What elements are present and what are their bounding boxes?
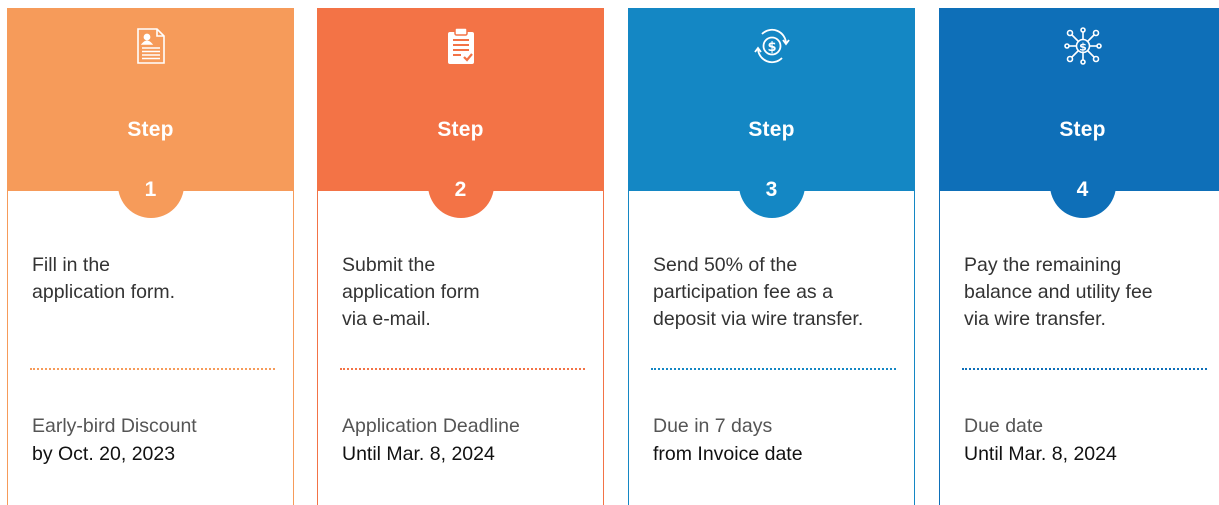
desc-line: deposit via wire transfer. xyxy=(653,308,864,330)
dotted-divider xyxy=(962,368,1207,370)
payment-steps: Step 1 Fill in the application form. Ear… xyxy=(0,0,1219,505)
due-label: Due date xyxy=(964,415,1044,437)
svg-text:$: $ xyxy=(1079,41,1087,54)
dotted-divider xyxy=(30,368,275,370)
step-description: Submit the application form via e-mail. xyxy=(342,252,583,333)
step-number-badge: 4 xyxy=(1049,166,1116,218)
step-description: Send 50% of the participation fee as a d… xyxy=(653,252,894,333)
step-label: Step xyxy=(1059,118,1106,141)
step-number-badge: 1 xyxy=(117,166,184,218)
dotted-divider xyxy=(340,368,585,370)
desc-line: Submit the xyxy=(342,254,436,276)
step-due: Due date Until Mar. 8, 2024 xyxy=(964,412,1215,468)
step-card-2: Step 2 Submit the application form via e… xyxy=(316,8,604,505)
step-label: Step xyxy=(127,118,174,141)
desc-line: Fill in the xyxy=(32,254,111,276)
due-date: from Invoice date xyxy=(653,443,803,465)
dollar-network-icon: $ xyxy=(1063,26,1103,66)
step-number-badge: 2 xyxy=(427,166,494,218)
step-card-3: $ Step 3 Send 50% of the participation f… xyxy=(627,8,915,505)
desc-line: Pay the remaining xyxy=(964,254,1122,276)
dotted-divider xyxy=(651,368,896,370)
due-label: Early-bird Discount xyxy=(32,415,197,437)
svg-text:$: $ xyxy=(767,40,776,55)
desc-line: Send 50% of the xyxy=(653,254,798,276)
desc-line: application form. xyxy=(32,281,176,303)
desc-line: balance and utility fee xyxy=(964,281,1153,303)
due-date: Until Mar. 8, 2024 xyxy=(342,443,495,465)
step-due: Due in 7 days from Invoice date xyxy=(653,412,904,468)
step-description: Fill in the application form. xyxy=(32,252,273,306)
step-due: Early-bird Discount by Oct. 20, 2023 xyxy=(32,412,283,468)
step-card-4: $ Step 4 Pay the remaining balance and u… xyxy=(938,8,1219,505)
step-card-1: Step 1 Fill in the application form. Ear… xyxy=(6,8,294,505)
due-label: Application Deadline xyxy=(342,415,520,437)
step-label: Step xyxy=(437,118,484,141)
dollar-cycle-icon: $ xyxy=(752,26,792,66)
due-label: Due in 7 days xyxy=(653,415,773,437)
desc-line: application form xyxy=(342,281,480,303)
desc-line: via wire transfer. xyxy=(964,308,1106,330)
desc-line: participation fee as a xyxy=(653,281,833,303)
due-date: Until Mar. 8, 2024 xyxy=(964,443,1117,465)
step-label: Step xyxy=(748,118,795,141)
resume-document-icon xyxy=(131,26,171,66)
clipboard-check-icon xyxy=(441,26,481,66)
due-date: by Oct. 20, 2023 xyxy=(32,443,176,465)
desc-line: via e-mail. xyxy=(342,308,431,330)
step-description: Pay the remaining balance and utility fe… xyxy=(964,252,1205,333)
step-due: Application Deadline Until Mar. 8, 2024 xyxy=(342,412,593,468)
step-number-badge: 3 xyxy=(738,166,805,218)
